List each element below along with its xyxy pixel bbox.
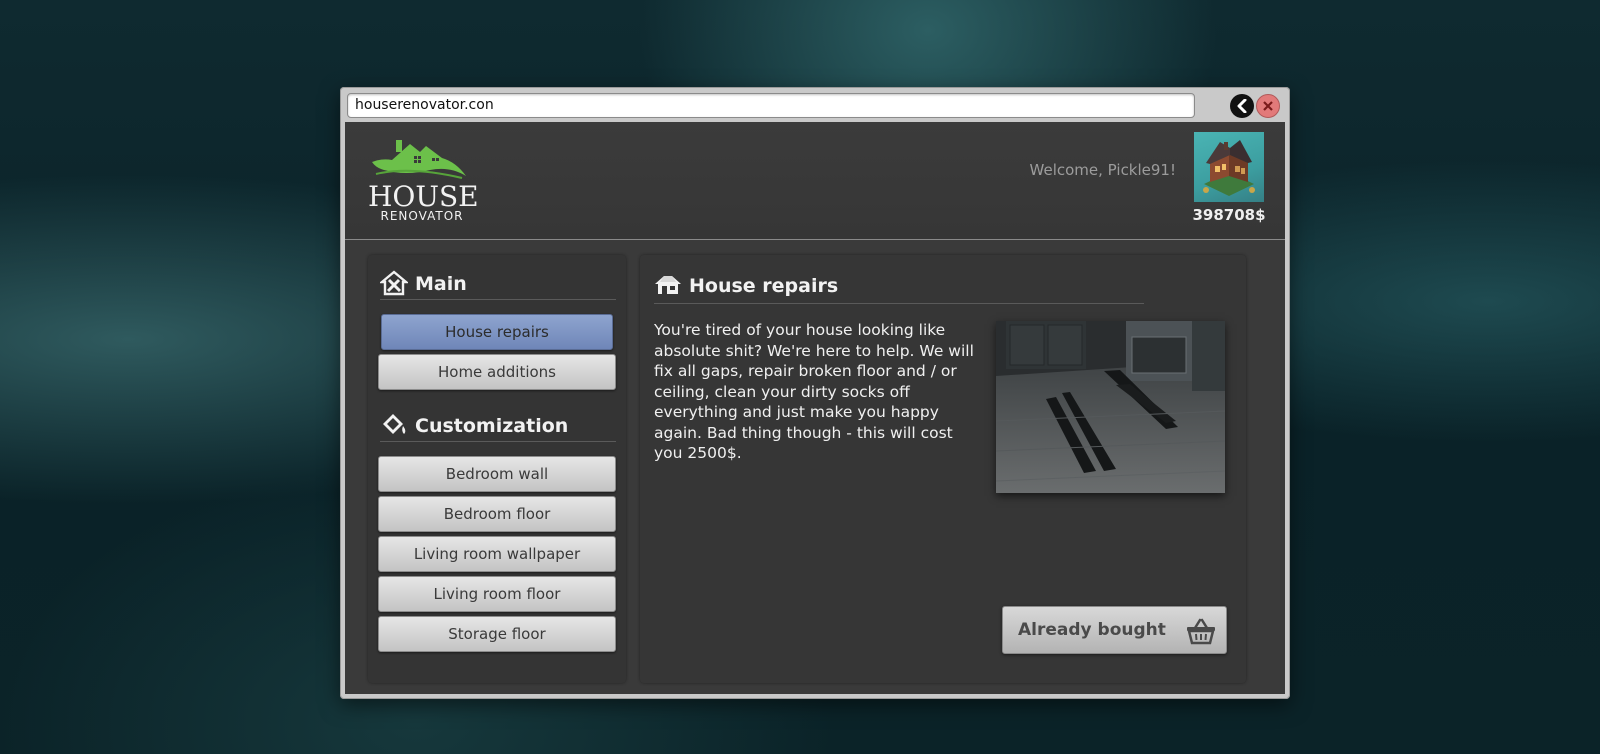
basket-icon: [1187, 618, 1215, 645]
main-title: House repairs: [689, 275, 839, 297]
section-main-label: Main: [415, 273, 467, 295]
site-header: HOUSE RENOVATOR Welcome, Pickle91! 39870…: [345, 122, 1285, 240]
balance: 398708$: [1192, 206, 1266, 224]
back-button[interactable]: [1230, 94, 1254, 118]
service-image: [996, 321, 1225, 493]
browser-window: houserenovator.con HOUSE RENOVATOR Welco…: [340, 87, 1290, 699]
nav-living-room-wallpaper[interactable]: Living room wallpaper: [378, 536, 616, 572]
nav-storage-floor[interactable]: Storage floor: [378, 616, 616, 652]
sidebar: Main House repairs Home additions Custom…: [368, 255, 626, 683]
page-content: HOUSE RENOVATOR Welcome, Pickle91! 39870…: [345, 122, 1285, 694]
nav-bedroom-wall[interactable]: Bedroom wall: [378, 456, 616, 492]
close-icon: [1263, 101, 1273, 111]
url-bar[interactable]: houserenovator.con: [347, 93, 1195, 118]
close-button[interactable]: [1256, 94, 1280, 118]
house-icon: [655, 276, 681, 294]
main-heading: House repairs: [654, 273, 1144, 304]
service-description: You're tired of your house looking like …: [654, 321, 974, 462]
section-customization-heading: Customization: [380, 412, 616, 442]
logo-subtitle: RENOVATOR: [380, 209, 464, 223]
broken-floor-image: [996, 321, 1225, 493]
nav-living-room-floor[interactable]: Living room floor: [378, 576, 616, 612]
site-logo[interactable]: HOUSE RENOVATOR: [368, 136, 480, 228]
nav-home-additions[interactable]: Home additions: [378, 354, 616, 390]
logo-house-icon: [372, 140, 466, 179]
section-main-heading: Main: [380, 270, 616, 300]
already-bought-button[interactable]: Already bought: [1002, 606, 1227, 654]
avatar[interactable]: [1194, 132, 1264, 202]
nav-bedroom-floor[interactable]: Bedroom floor: [378, 496, 616, 532]
section-customization-label: Customization: [415, 415, 569, 437]
paint-bucket-icon: [383, 414, 406, 434]
main-panel: House repairs You're tired of your house…: [640, 255, 1246, 683]
house-tools-icon: [380, 270, 408, 296]
buy-button-label: Already bought: [1018, 620, 1166, 640]
avatar-house-image: [1203, 140, 1255, 196]
chevron-left-icon: [1237, 99, 1247, 113]
nav-house-repairs[interactable]: House repairs: [381, 314, 613, 350]
welcome-text: Welcome, Pickle91!: [1029, 161, 1176, 179]
